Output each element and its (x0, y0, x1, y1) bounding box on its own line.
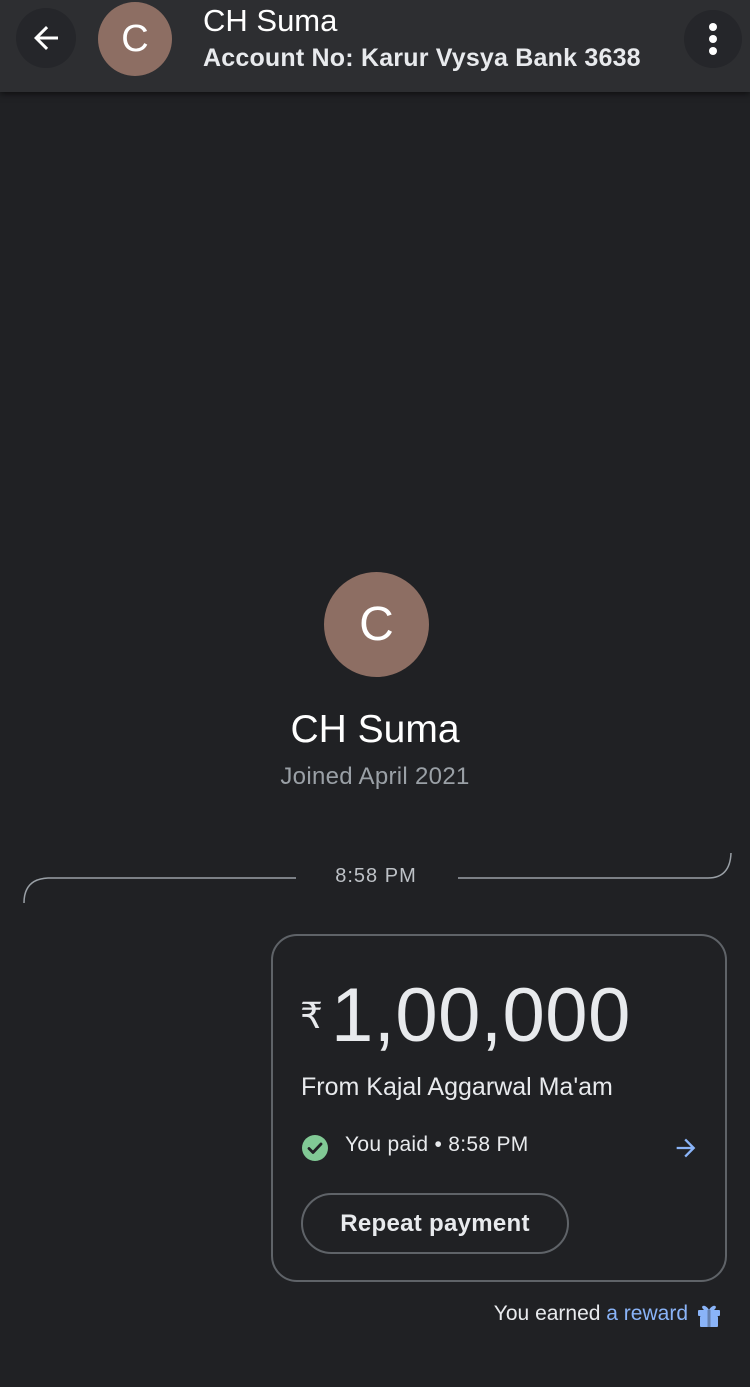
more-options-button[interactable] (684, 10, 742, 68)
reward-message: You earned a reward (460, 1302, 688, 1326)
contact-name[interactable]: CH Suma (203, 3, 337, 39)
check-circle-icon (302, 1135, 328, 1161)
payment-amount: 1,00,000 (331, 973, 631, 1058)
contact-avatar[interactable]: C (98, 2, 172, 76)
more-vert-icon (709, 23, 717, 55)
profile-name: CH Suma (290, 708, 460, 751)
arrow-back-icon (34, 26, 58, 50)
currency-symbol: ₹ (300, 995, 323, 1036)
reward-prefix: You earned (493, 1302, 607, 1325)
repeat-payment-button[interactable]: Repeat payment (301, 1193, 569, 1254)
payment-source: From Kajal Aggarwal Ma'am (301, 1073, 613, 1101)
reward-link[interactable]: a reward (606, 1302, 688, 1325)
top-app-bar: C CH Suma Account No: Karur Vysya Bank 3… (0, 0, 750, 92)
conversation-screen: C CH Suma Account No: Karur Vysya Bank 3… (0, 0, 750, 1387)
timeline-time: 8:58 PM (335, 865, 417, 887)
profile-avatar: C (324, 572, 429, 677)
profile-joined-date: Joined April 2021 (280, 763, 470, 790)
account-number: Account No: Karur Vysya Bank 3638 (203, 44, 641, 72)
gift-icon[interactable] (695, 1301, 723, 1329)
arrow-forward-icon[interactable] (672, 1134, 700, 1162)
back-button[interactable] (16, 8, 76, 68)
payment-status: You paid • 8:58 PM (345, 1133, 529, 1156)
